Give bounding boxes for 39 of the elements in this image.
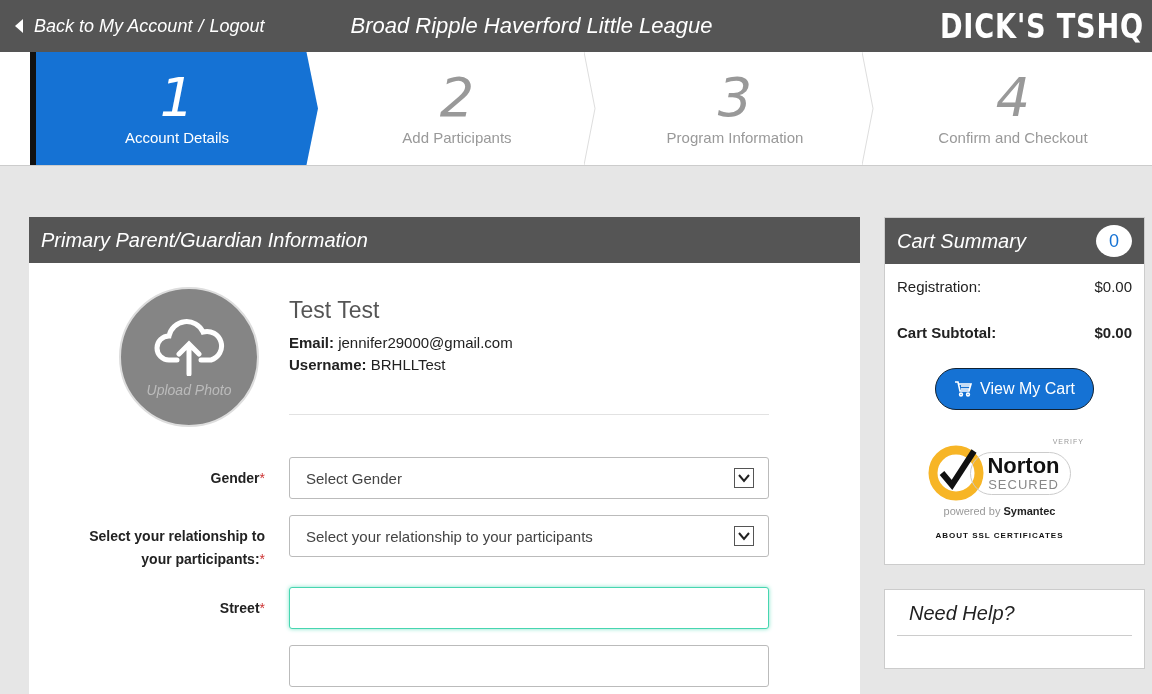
powered-by-text: powered by Symantec: [943, 505, 1056, 517]
summary-label: Cart Subtotal:: [897, 324, 997, 343]
text-input[interactable]: [289, 645, 769, 687]
select-dropdown[interactable]: Select Gender: [289, 457, 769, 499]
cloud-upload-icon: [153, 316, 225, 376]
ssl-link[interactable]: ABOUT SSL CERTIFICATES: [935, 531, 1064, 540]
step-label: Account Details: [124, 129, 230, 146]
league-title: Broad Ripple Haverford Little League: [350, 13, 714, 39]
field-label: Street*: [219, 599, 265, 618]
step-number: 2: [439, 71, 475, 125]
logout-link[interactable]: Logout: [209, 15, 265, 37]
cart-icon: [954, 381, 973, 397]
field-label: Gender*: [210, 469, 265, 488]
profile-detail: Email: jennifer29000@gmail.com: [289, 333, 514, 353]
check-seal-icon: [928, 445, 985, 501]
help-title: Need Help?: [897, 590, 1132, 636]
back-link[interactable]: Back to My Account: [14, 15, 193, 37]
field-label: Select your relationship to your participants:*: [89, 527, 265, 569]
cart-count: 0: [1096, 225, 1132, 257]
step-label: Program Information: [666, 129, 804, 146]
step-number: 3: [717, 71, 753, 125]
step-number: 1: [159, 71, 195, 125]
summary-amount: $0.00: [1094, 278, 1132, 297]
profile-detail: Username: BRHLLTest: [289, 355, 447, 375]
panel-title: Primary Parent/Guardian Information: [41, 228, 368, 252]
summary-amount: $0.00: [1094, 324, 1132, 343]
card-title: Cart Summary: [897, 229, 1026, 253]
logo: DICK'S TSHQ: [940, 6, 1144, 46]
step-label: Confirm and Checkout: [938, 129, 1088, 146]
view-cart-button[interactable]: View My Cart: [935, 368, 1094, 410]
step-tab[interactable]: 1 Account Details: [30, 52, 318, 165]
parent-name: Test Test: [289, 297, 381, 324]
step-label: Add Participants: [402, 129, 512, 146]
step-number: 4: [995, 71, 1031, 125]
back-arrow-icon: [14, 19, 24, 33]
separator: /: [198, 15, 204, 37]
text-input[interactable]: [289, 587, 769, 629]
select-dropdown[interactable]: Select your relationship to your participants: [289, 515, 769, 557]
summary-label: Registration:: [897, 278, 982, 297]
